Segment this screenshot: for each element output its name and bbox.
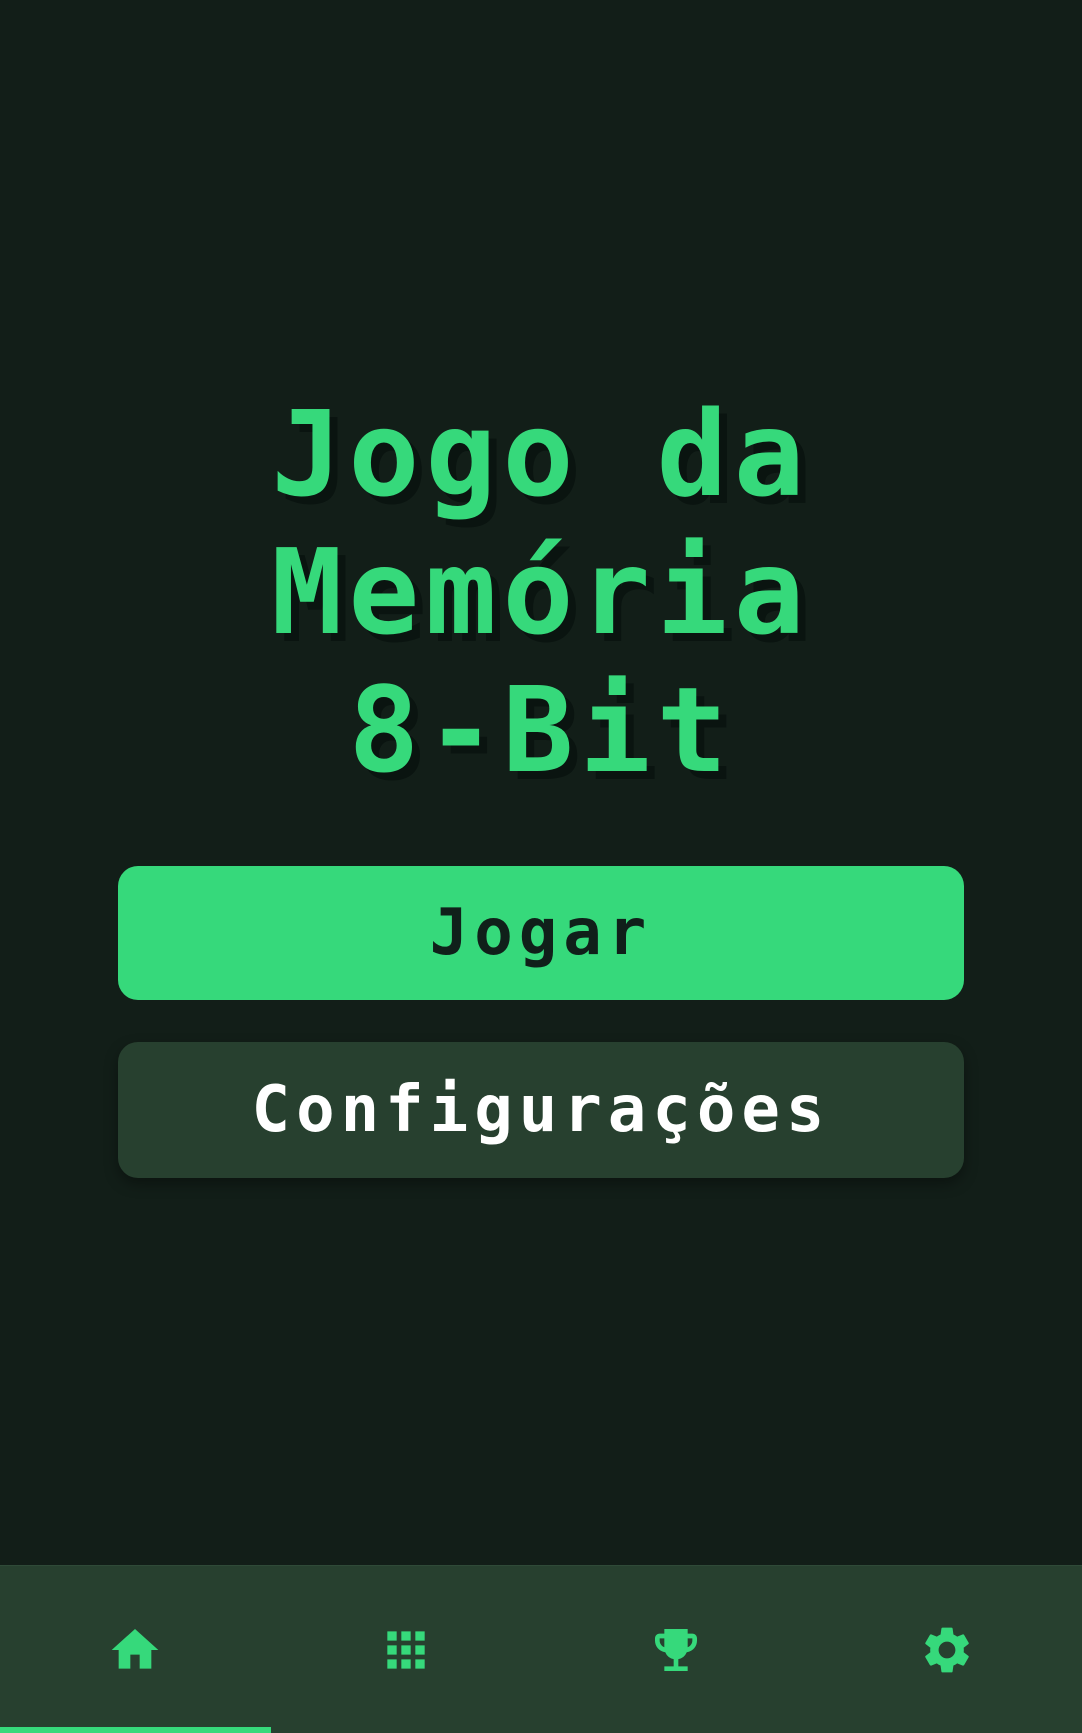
gear-icon: [924, 1627, 969, 1672]
nav-item-settings[interactable]: [812, 1566, 1082, 1733]
home-screen: Jogo da Memória 8-Bit Jogar Configuraçõe…: [0, 0, 1082, 1733]
bottom-navigation-bar: [0, 1565, 1082, 1733]
trophy-icon: [655, 1628, 698, 1671]
title-line-3: 8-Bit: [348, 661, 734, 799]
settings-button-label: Configurações: [251, 1073, 831, 1147]
grid-icon: [387, 1630, 425, 1669]
active-tab-indicator: [0, 1727, 271, 1733]
nav-item-ranking[interactable]: [541, 1566, 812, 1733]
title-line-2: Memória: [271, 523, 811, 661]
nav-item-levels[interactable]: [271, 1566, 542, 1733]
title-line-1: Jogo da: [271, 385, 811, 523]
play-button[interactable]: Jogar: [118, 866, 964, 1000]
home-icon: [111, 1628, 159, 1669]
settings-button[interactable]: Configurações: [118, 1042, 964, 1178]
nav-item-home[interactable]: [0, 1566, 271, 1733]
play-button-label: Jogar: [429, 896, 653, 970]
app-title: Jogo da Memória 8-Bit: [0, 385, 1082, 799]
